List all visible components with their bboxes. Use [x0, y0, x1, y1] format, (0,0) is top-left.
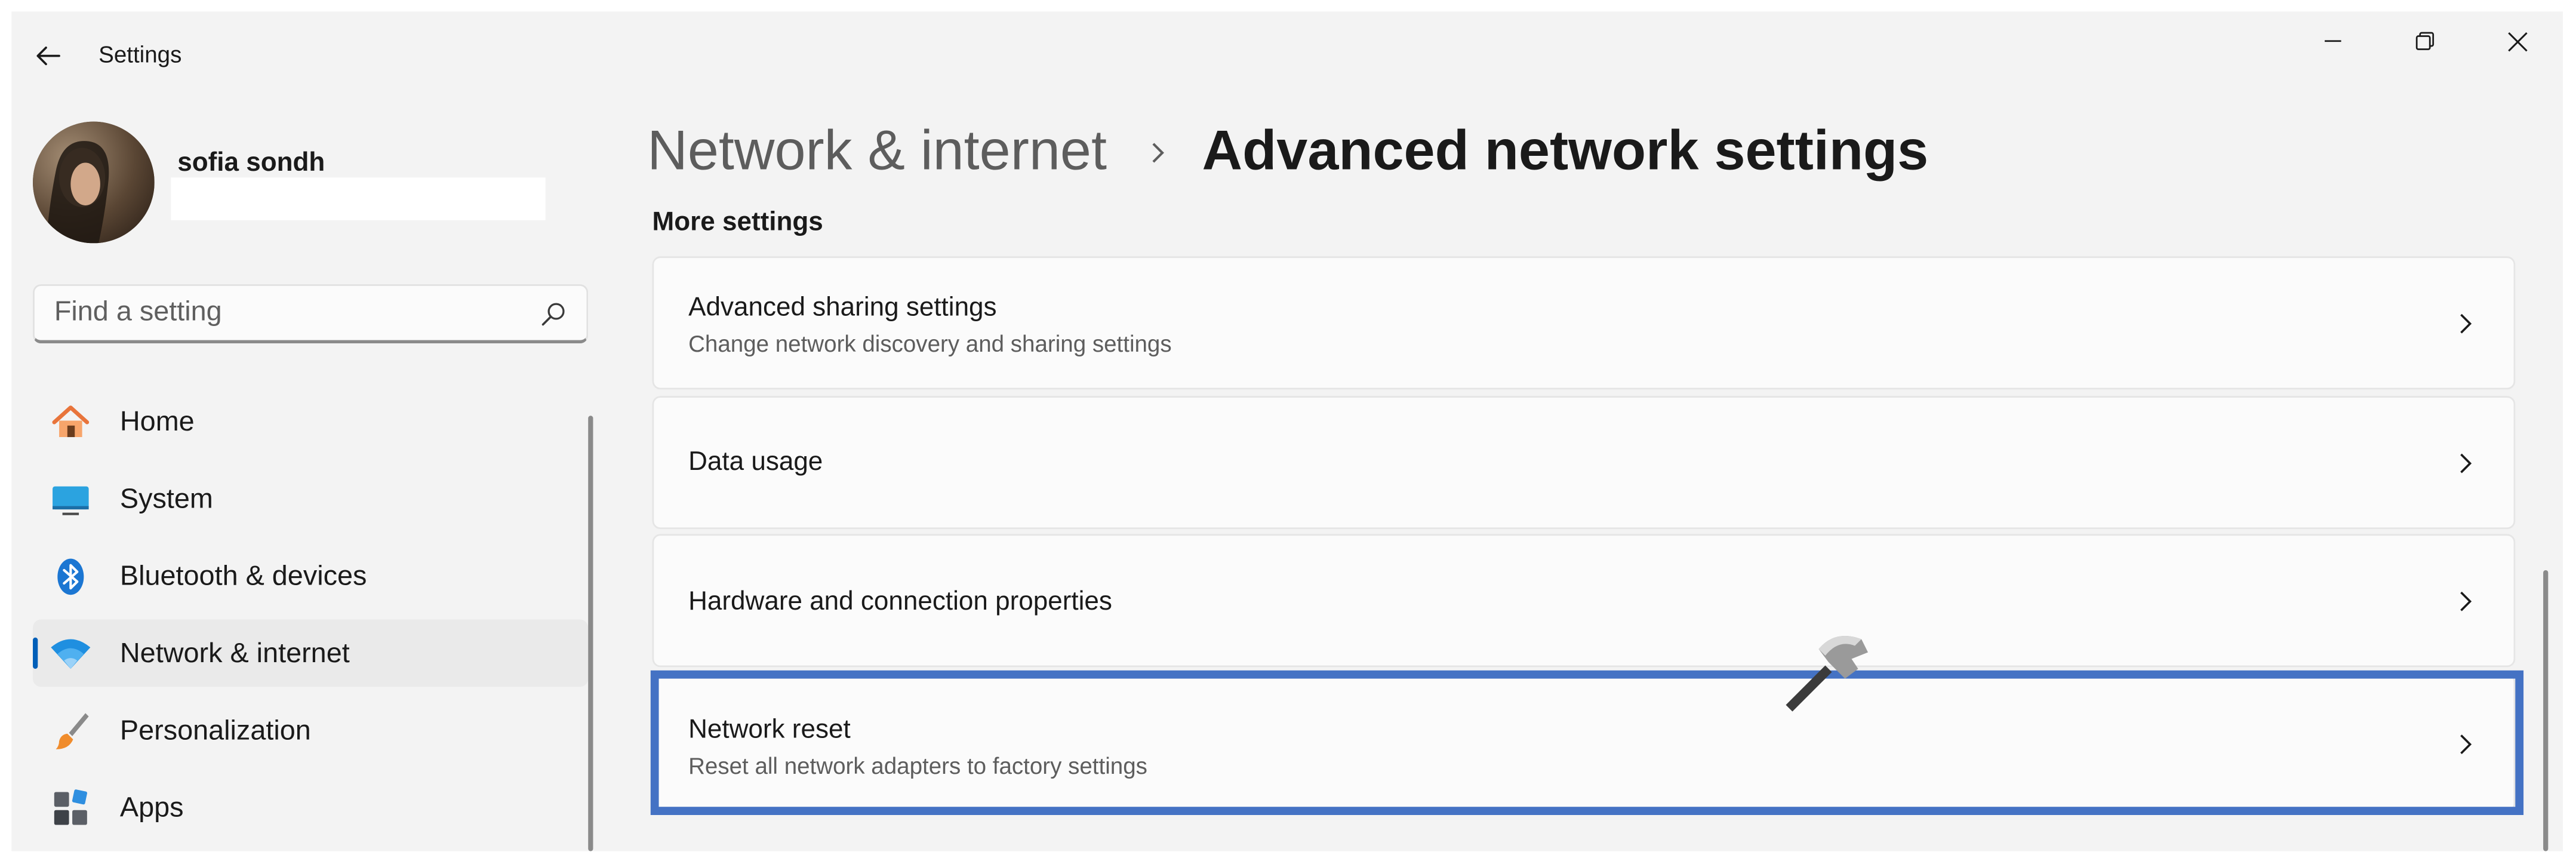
user-name: sofia sondh — [177, 149, 325, 178]
settings-window: Settings sofia sondh Find a setting Home… — [11, 11, 2563, 851]
screenshot-canvas: Settings sofia sondh Find a setting Home… — [0, 0, 2576, 856]
card-advanced-sharing[interactable]: Advanced sharing settings Change network… — [652, 256, 2516, 390]
profile-photo-icon — [33, 121, 155, 244]
monitor-icon — [50, 478, 93, 521]
close-button[interactable] — [2494, 21, 2540, 61]
chevron-right-icon — [2460, 313, 2472, 334]
avatar[interactable] — [33, 121, 155, 244]
apps-icon — [50, 787, 93, 830]
restore-button[interactable] — [2402, 21, 2448, 61]
home-icon — [50, 401, 93, 444]
minimize-button[interactable] — [2310, 21, 2356, 61]
card-title: Network reset — [688, 716, 851, 745]
card-description: Reset all network adapters to factory se… — [688, 752, 1147, 779]
sidebar-item-network[interactable]: Network & internet — [33, 619, 589, 687]
sidebar-item-label: Network & internet — [119, 636, 350, 668]
wifi-icon — [50, 633, 93, 676]
close-icon — [2507, 31, 2527, 51]
restore-icon — [2415, 32, 2435, 50]
minimize-icon — [2325, 40, 2341, 42]
selection-indicator — [33, 637, 38, 669]
card-title: Advanced sharing settings — [688, 294, 997, 322]
sidebar-item-apps[interactable]: Apps — [33, 774, 588, 841]
chevron-right-icon — [2460, 591, 2472, 611]
card-data-usage[interactable]: Data usage — [652, 396, 2516, 530]
card-network-reset[interactable]: Network reset Reset all network adapters… — [652, 674, 2516, 812]
back-arrow-icon — [36, 47, 60, 66]
page-title: Advanced network settings — [1202, 119, 1929, 183]
search-input[interactable] — [54, 285, 515, 339]
sidebar-nav: Home System Bluetooth & devices Network … — [33, 388, 589, 851]
content-scrollbar[interactable] — [2543, 570, 2549, 851]
paintbrush-icon — [50, 710, 93, 753]
card-description: Change network discovery and sharing set… — [688, 330, 1172, 357]
search-box[interactable] — [33, 284, 589, 344]
chevron-right-icon — [2460, 453, 2472, 473]
app-title: Settings — [99, 41, 182, 67]
chevron-right-icon — [2460, 734, 2472, 755]
breadcrumb-parent-link[interactable]: Network & internet — [647, 120, 1107, 184]
section-title: More settings — [652, 208, 823, 237]
breadcrumb: Network & internet Advanced network sett… — [647, 120, 1928, 184]
back-button[interactable] — [30, 38, 66, 74]
hammer-icon — [1786, 636, 1869, 712]
chevron-right-icon — [1146, 140, 1169, 164]
sidebar-item-label: Home — [119, 405, 195, 436]
sidebar-item-label: Apps — [119, 791, 184, 823]
search-icon[interactable] — [540, 301, 567, 327]
sidebar-item-personalization[interactable]: Personalization — [33, 697, 588, 764]
sidebar-item-label: System — [119, 482, 213, 513]
sidebar-scrollbar[interactable] — [588, 416, 593, 851]
sidebar-item-label: Personalization — [119, 714, 311, 746]
sidebar-item-label: Bluetooth & devices — [119, 559, 367, 591]
sidebar-item-home[interactable]: Home — [33, 388, 588, 455]
sidebar-item-system[interactable]: System — [33, 465, 588, 533]
card-hardware-properties[interactable]: Hardware and connection properties — [652, 534, 2516, 668]
card-title: Hardware and connection properties — [688, 588, 1112, 616]
user-email-redacted — [171, 177, 546, 220]
card-title: Data usage — [688, 448, 823, 477]
sidebar-item-bluetooth[interactable]: Bluetooth & devices — [33, 542, 588, 610]
bluetooth-icon — [50, 555, 93, 598]
